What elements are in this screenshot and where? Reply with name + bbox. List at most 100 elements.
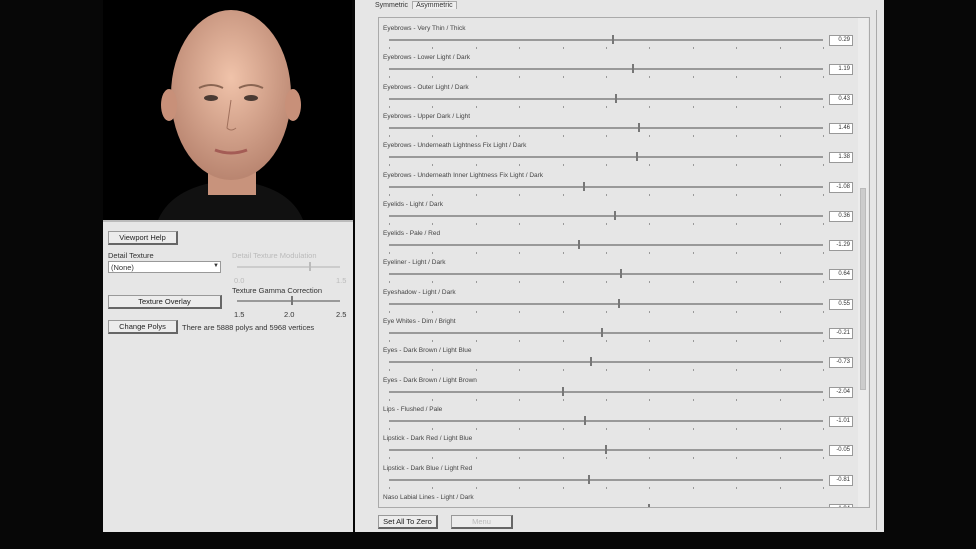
- slider-track[interactable]: [389, 474, 823, 484]
- slider-tick: [736, 310, 738, 313]
- viewport-help-button[interactable]: Viewport Help: [108, 231, 178, 245]
- slider-thumb[interactable]: [635, 152, 638, 162]
- gamma-label: Texture Gamma Correction: [232, 286, 323, 295]
- slider-value-field[interactable]: 1.94: [829, 503, 853, 507]
- scrollbar[interactable]: [858, 18, 868, 507]
- slider-thumb[interactable]: [615, 93, 618, 103]
- set-all-to-zero-button[interactable]: Set All To Zero: [378, 515, 438, 529]
- slider-tick: [649, 281, 651, 284]
- slider-track[interactable]: [389, 415, 823, 425]
- slider-tick: [736, 47, 738, 49]
- slider-tick: [432, 340, 434, 342]
- face-viewport[interactable]: [103, 0, 352, 220]
- slider-value-field[interactable]: 0.43: [829, 93, 853, 105]
- slider-tick: [649, 105, 651, 108]
- slider-tick: [562, 76, 564, 79]
- slider-track[interactable]: [389, 181, 823, 191]
- slider-value-field[interactable]: -0.21: [829, 328, 853, 339]
- slider-tick: [519, 134, 521, 137]
- slider-track[interactable]: [389, 152, 823, 162]
- slider-value-field[interactable]: 0.29: [829, 35, 853, 46]
- slider-value-field[interactable]: 1.46: [829, 122, 853, 134]
- gamma-slider-thumb[interactable]: [290, 296, 293, 305]
- slider-list: Eyebrows - Very Thin / Thick 0.29 Eyebrows…: [378, 17, 870, 508]
- slider-tick: [823, 252, 824, 255]
- slider-track[interactable]: [389, 240, 823, 250]
- modulation-max: 1.5: [336, 276, 347, 285]
- slider-thumb[interactable]: [588, 474, 591, 484]
- texture-overlay-button[interactable]: Texture Overlay: [108, 295, 222, 309]
- slider-track[interactable]: [389, 445, 823, 455]
- slider-thumb[interactable]: [637, 122, 640, 132]
- slider-thumb[interactable]: [631, 64, 634, 74]
- modulation-slider[interactable]: [237, 262, 340, 271]
- slider-track[interactable]: [389, 210, 823, 220]
- slider-tick: [475, 164, 477, 167]
- slider-label: Eyes - Dark Brown / Light Brown: [383, 376, 477, 384]
- slider-value-field[interactable]: 0.55: [829, 298, 853, 310]
- slider-tick: [649, 134, 651, 137]
- slider-tick: [562, 281, 564, 284]
- slider-row: Eyelids - Pale / Red -1.29: [383, 227, 853, 256]
- slider-value-field[interactable]: 1.38: [829, 152, 853, 164]
- slider-value-field[interactable]: -2.04: [829, 386, 853, 398]
- slider-thumb[interactable]: [619, 269, 622, 279]
- change-polys-button[interactable]: Change Polys: [108, 320, 178, 334]
- slider-tick: [649, 252, 651, 255]
- slider-thumb[interactable]: [648, 503, 651, 507]
- slider-track[interactable]: [389, 357, 823, 367]
- gamma-slider[interactable]: [237, 296, 340, 305]
- slider-tick: [606, 105, 607, 108]
- detail-texture-select[interactable]: (None) ▼: [108, 261, 221, 273]
- slider-value-field[interactable]: -0.73: [829, 357, 853, 369]
- scrollbar-thumb[interactable]: [860, 188, 866, 390]
- slider-track[interactable]: [389, 122, 823, 132]
- slider-tick: [606, 76, 607, 79]
- slider-track[interactable]: [389, 93, 823, 103]
- slider-value-field[interactable]: -1.29: [829, 240, 853, 252]
- slider-value-field[interactable]: -0.05: [829, 445, 853, 457]
- slider-thumb[interactable]: [612, 35, 615, 44]
- slider-thumb[interactable]: [584, 415, 587, 425]
- slider-thumb[interactable]: [590, 357, 593, 367]
- slider-thumb[interactable]: [582, 181, 585, 191]
- slider-tick: [389, 105, 390, 108]
- slider-tick: [432, 486, 434, 489]
- slider-tick: [779, 340, 781, 342]
- slider-thumb[interactable]: [604, 445, 607, 455]
- slider-tick: [736, 369, 738, 372]
- slider-tick: [649, 340, 651, 342]
- slider-tick: [475, 457, 477, 460]
- slider-tick: [649, 47, 651, 49]
- slider-tick: [389, 369, 390, 372]
- slider-label: Eyelids - Pale / Red: [383, 230, 441, 238]
- slider-value-field[interactable]: -0.81: [829, 474, 853, 486]
- slider-track[interactable]: [389, 269, 823, 279]
- slider-thumb[interactable]: [561, 386, 564, 396]
- slider-track[interactable]: [389, 386, 823, 396]
- slider-value-field[interactable]: 0.64: [829, 269, 853, 281]
- slider-value-field[interactable]: -1.08: [829, 181, 853, 193]
- slider-tick: [692, 457, 694, 460]
- slider-value-field[interactable]: 0.36: [829, 210, 853, 222]
- slider-thumb[interactable]: [613, 210, 616, 220]
- slider-value-field[interactable]: -1.01: [829, 415, 853, 427]
- slider-tick: [389, 340, 390, 342]
- slider-thumb[interactable]: [617, 298, 620, 308]
- slider-thumb[interactable]: [578, 240, 580, 250]
- tab-symmetric[interactable]: Symmetric: [375, 2, 408, 9]
- slider-track[interactable]: [389, 64, 823, 74]
- slider-tick: [562, 134, 564, 137]
- menu-button[interactable]: Menu: [451, 515, 513, 529]
- slider-thumb[interactable]: [601, 328, 604, 337]
- modulation-slider-thumb[interactable]: [309, 262, 312, 271]
- slider-row: Eyeliner - Light / Dark 0.64: [383, 256, 853, 285]
- slider-label: Eyelids - Light / Dark: [383, 200, 443, 208]
- slider-track[interactable]: [389, 35, 823, 44]
- slider-track[interactable]: [389, 328, 823, 337]
- slider-row: Eyebrows - Lower Light / Dark 1.19: [383, 51, 853, 80]
- slider-track[interactable]: [389, 298, 823, 308]
- slider-tick: [692, 398, 694, 401]
- slider-value-field[interactable]: 1.19: [829, 64, 853, 76]
- tab-asymmetric[interactable]: Asymmetric: [412, 1, 457, 9]
